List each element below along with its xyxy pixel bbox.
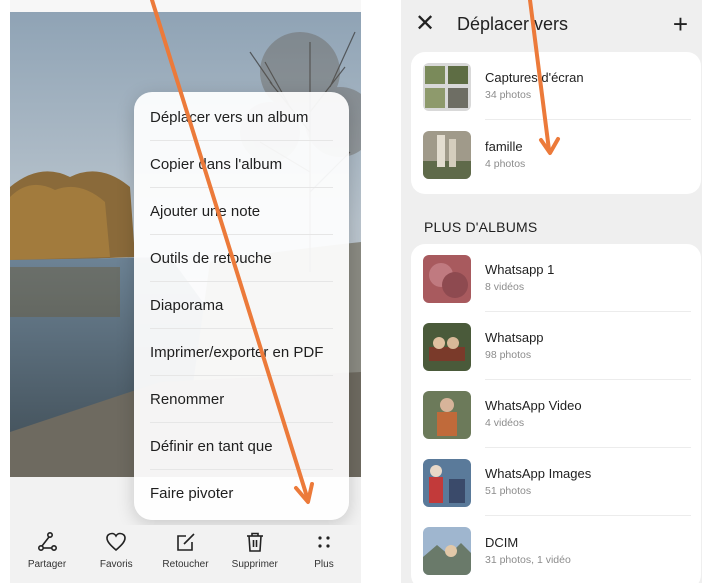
album-thumbnail — [423, 527, 471, 575]
album-count: 34 photos — [485, 89, 532, 101]
album-thumbnail — [423, 131, 471, 179]
album-row-famille[interactable]: famille 4 photos — [423, 120, 691, 188]
more-dots-icon — [318, 536, 330, 548]
edit-label: Retoucher — [162, 559, 209, 570]
photo-viewer-screen: Déplacer vers un album Copier dans l'alb… — [10, 0, 361, 583]
menu-item-set-as[interactable]: Définir en tant que — [150, 423, 333, 470]
favorite-label: Favoris — [99, 559, 133, 570]
edit-icon — [176, 533, 195, 551]
album-name: WhatsApp Video — [485, 398, 582, 413]
menu-item-rotate[interactable]: Faire pivoter — [150, 470, 333, 517]
page-title: Déplacer vers — [457, 13, 569, 34]
menu-item-copy-to-album[interactable]: Copier dans l'album — [150, 141, 333, 188]
edit-button[interactable]: Retoucher — [155, 525, 217, 583]
album-count: 4 vidéos — [485, 417, 525, 429]
menu-item-rename[interactable]: Renommer — [150, 376, 333, 423]
album-row-dcim[interactable]: DCIM 31 photos, 1 vidéo — [423, 516, 691, 583]
more-button[interactable]: Plus — [293, 525, 355, 583]
album-name: famille — [485, 138, 523, 154]
status-strip — [10, 0, 361, 12]
heart-icon — [106, 532, 127, 552]
album-row-whatsapp-images[interactable]: WhatsApp Images 51 photos — [423, 448, 691, 516]
album-thumbnail — [423, 459, 471, 507]
album-count: 4 photos — [485, 157, 526, 170]
album-row-whatsapp-1[interactable]: Whatsapp 1 8 vidéos — [423, 244, 691, 312]
album-row-whatsapp[interactable]: Whatsapp 98 photos — [423, 312, 691, 380]
more-albums-card: Whatsapp 1 8 vidéos Whatsapp 98 photos W… — [411, 244, 701, 583]
more-options-menu: Déplacer vers un album Copier dans l'alb… — [134, 92, 349, 520]
album-name: Whatsapp 1 — [485, 262, 555, 277]
album-thumbnail — [423, 391, 471, 439]
header: ✕ Déplacer vers + — [401, 0, 702, 48]
trash-icon — [246, 532, 263, 552]
menu-item-print-pdf[interactable]: Imprimer/exporter en PDF — [150, 329, 333, 376]
album-count: 98 photos — [485, 349, 532, 361]
album-row-whatsapp-video[interactable]: WhatsApp Video 4 vidéos — [423, 380, 691, 448]
album-name: Captures d'écran — [485, 70, 584, 85]
menu-item-move-to-album[interactable]: Déplacer vers un album — [150, 94, 333, 141]
share-label: Partager — [27, 559, 67, 570]
share-button[interactable]: Partager — [16, 525, 78, 583]
close-icon[interactable]: ✕ — [415, 12, 445, 36]
favorite-button[interactable]: Favoris — [85, 525, 147, 583]
album-name: WhatsApp Images — [485, 466, 592, 481]
plus-icon[interactable]: + — [673, 11, 688, 37]
menu-item-add-note[interactable]: Ajouter une note — [150, 188, 333, 235]
album-count: 31 photos, 1 vidéo — [485, 553, 571, 566]
album-thumbnail — [423, 63, 471, 111]
delete-label: Supprimer — [231, 559, 278, 570]
recent-albums-card: Captures d'écran 34 photos famille 4 pho… — [411, 52, 701, 194]
album-count: 51 photos — [485, 485, 532, 497]
menu-item-slideshow[interactable]: Diaporama — [150, 282, 333, 329]
album-name: Whatsapp — [485, 330, 544, 345]
album-thumbnail — [423, 323, 471, 371]
photo-action-bar: Partager Favoris Retoucher Supprimer Plu… — [10, 525, 361, 583]
delete-button[interactable]: Supprimer — [224, 525, 286, 583]
menu-item-edit-tools[interactable]: Outils de retouche — [150, 235, 333, 282]
share-icon — [37, 531, 58, 552]
section-title-more-albums: PLUS D'ALBUMS — [424, 219, 538, 235]
album-row-screenshots[interactable]: Captures d'écran 34 photos — [423, 52, 691, 120]
album-count: 8 vidéos — [485, 281, 525, 293]
more-label: Plus — [314, 559, 334, 570]
move-to-album-screen: ✕ Déplacer vers + Captures d'écran 34 ph… — [401, 0, 702, 583]
album-name: DCIM — [485, 534, 519, 550]
album-thumbnail — [423, 255, 471, 303]
